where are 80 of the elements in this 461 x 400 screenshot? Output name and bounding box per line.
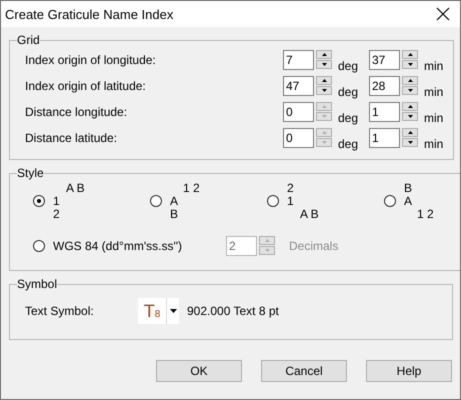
radio-button[interactable] <box>33 240 45 252</box>
unit-label: deg <box>338 136 360 151</box>
down-arrow-icon <box>322 115 326 118</box>
radio-button[interactable] <box>33 195 45 207</box>
style-sample-text: 1 <box>287 194 295 208</box>
spin-down-button[interactable] <box>316 60 332 69</box>
spin-down-button[interactable] <box>402 138 418 147</box>
radio-label: WGS 84 (dd°mm'ss.ss'') <box>53 239 184 253</box>
spin-up-button[interactable] <box>402 76 418 85</box>
style-sample-text: 1 2 <box>416 208 434 220</box>
down-arrow-icon <box>408 141 412 144</box>
unit-label: min <box>424 58 444 73</box>
unit-label: deg <box>338 84 360 99</box>
minutes-field[interactable]: 37 <box>369 50 400 70</box>
unit-label: deg <box>338 58 360 73</box>
spin-down-button[interactable] <box>402 86 418 95</box>
style-sample-text: A B <box>299 208 319 220</box>
style-sample-text: 2 <box>287 182 295 194</box>
up-arrow-icon <box>408 131 412 134</box>
spin-up-button[interactable] <box>316 76 332 85</box>
up-arrow-icon <box>322 131 326 134</box>
dialog-button[interactable]: Cancel <box>261 360 347 382</box>
down-arrow-icon <box>322 63 326 66</box>
down-arrow-icon <box>264 249 270 252</box>
down-arrow-icon <box>408 115 412 118</box>
up-arrow-icon <box>322 79 326 82</box>
field-label: Index origin of longitude: <box>25 53 157 67</box>
radio-button[interactable] <box>267 195 279 207</box>
radio-button[interactable] <box>150 195 162 207</box>
unit-label: deg <box>338 110 360 125</box>
up-arrow-icon <box>264 239 270 242</box>
caret-icon <box>170 309 176 313</box>
group-title: Grid <box>17 33 40 47</box>
field-label: Index origin of latitude: <box>25 79 147 93</box>
spin-up-button[interactable] <box>402 50 418 59</box>
spin-up-button[interactable] <box>316 50 332 59</box>
field-label: Text Symbol: <box>25 304 95 318</box>
up-arrow-icon <box>408 105 412 108</box>
style-sample-text: A B <box>65 182 85 194</box>
down-arrow-icon <box>408 89 412 92</box>
degrees-field[interactable]: 47 <box>283 76 314 96</box>
symbol-description: 902.000 Text 8 pt <box>187 304 279 318</box>
group-title: Symbol <box>17 277 58 291</box>
unit-label: min <box>424 84 444 99</box>
unit-label: min <box>424 110 444 125</box>
minutes-field[interactable]: 1 <box>369 128 400 148</box>
style-sample-text: B <box>170 208 180 220</box>
style-sample-text: A <box>170 194 180 208</box>
field-label: Distance latitude: <box>25 131 118 145</box>
style-sample-text: 2 <box>53 208 61 220</box>
close-icon[interactable] <box>436 7 450 21</box>
minutes-field[interactable]: 1 <box>369 102 400 122</box>
spin-down-button[interactable] <box>316 86 332 95</box>
up-arrow-icon <box>322 53 326 56</box>
dialog-button[interactable]: Help <box>366 360 452 382</box>
up-arrow-icon <box>322 105 326 108</box>
style-sample-text: 1 <box>53 194 61 208</box>
spin-down-button[interactable] <box>402 60 418 69</box>
spin-down-button[interactable] <box>402 112 418 121</box>
degrees-field[interactable]: 7 <box>283 50 314 70</box>
down-arrow-icon <box>322 141 326 144</box>
group-title: Style <box>17 166 44 180</box>
down-arrow-icon <box>408 63 412 66</box>
up-arrow-icon <box>408 79 412 82</box>
style-sample-text: 1 2 <box>182 182 200 194</box>
spin-up-button[interactable] <box>402 128 418 137</box>
down-arrow-icon <box>322 89 326 92</box>
style-sample-text: A <box>404 194 414 208</box>
window-title: Create Graticule Name Index <box>5 6 174 22</box>
minutes-field[interactable]: 28 <box>369 76 400 96</box>
spin-up-button[interactable] <box>402 102 418 111</box>
up-arrow-icon <box>408 53 412 56</box>
style-sample-text: B <box>404 182 414 194</box>
dialog-button[interactable]: OK <box>156 360 242 382</box>
decimals-label: Decimals <box>289 239 338 253</box>
unit-label: min <box>424 136 444 151</box>
degrees-field[interactable]: 0 <box>283 102 314 122</box>
degrees-field[interactable]: 0 <box>283 128 314 148</box>
field-label: Distance longitude: <box>25 105 128 119</box>
radio-button[interactable] <box>384 195 396 207</box>
